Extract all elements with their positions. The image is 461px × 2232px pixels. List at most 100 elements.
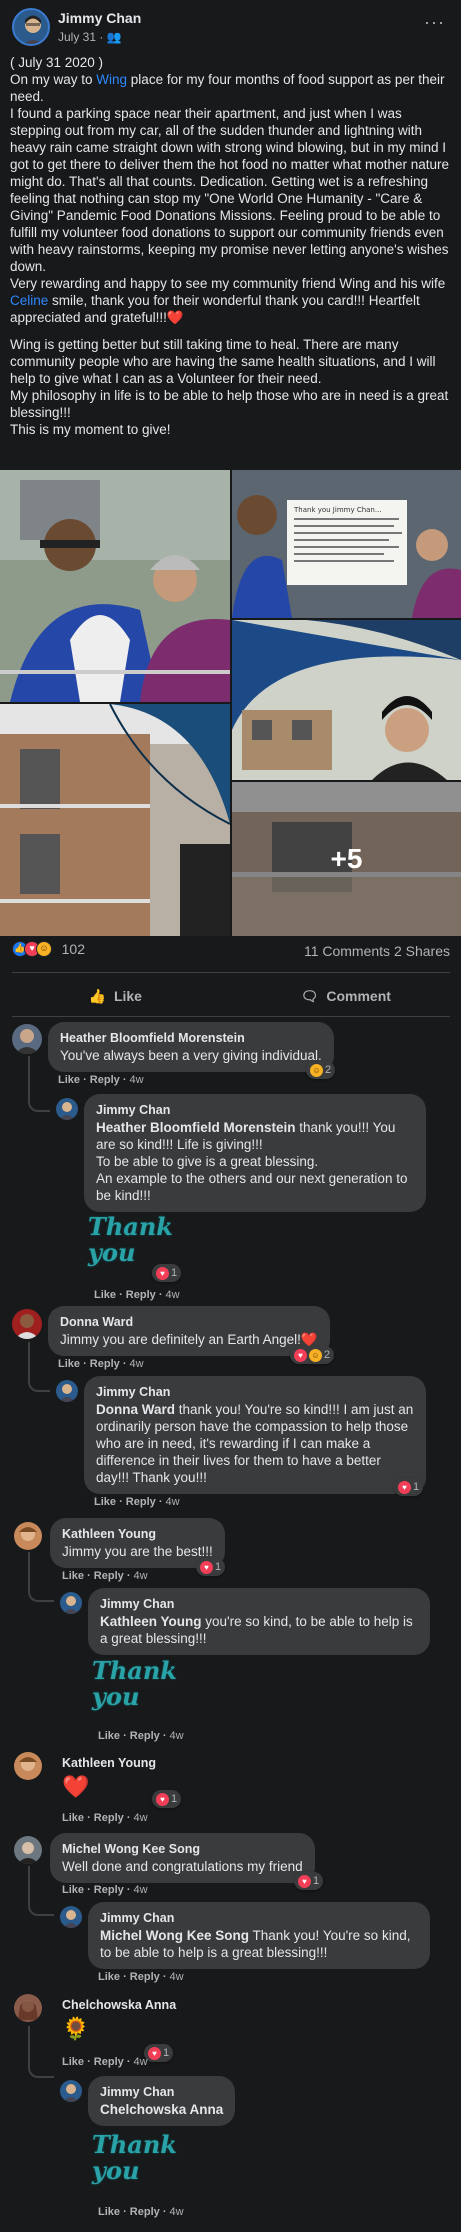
- photo-3[interactable]: [0, 704, 230, 936]
- commenter-avatar[interactable]: [12, 1024, 42, 1054]
- like-link[interactable]: Like: [98, 1971, 120, 1983]
- comment-time[interactable]: 4w: [130, 1074, 144, 1086]
- reply-link[interactable]: Reply: [94, 1812, 124, 1824]
- tagged-name[interactable]: Heather Bloomfield Morenstein: [96, 1120, 296, 1135]
- photo-2[interactable]: Thank you Jimmy Chan...: [232, 470, 461, 618]
- like-button[interactable]: 👍 Like: [0, 978, 231, 1014]
- commenter-avatar[interactable]: [14, 1994, 42, 2022]
- comment-reactions[interactable]: ☺ 2: [306, 1061, 336, 1079]
- reply-link[interactable]: Reply: [130, 1971, 160, 1983]
- reply-link[interactable]: Reply: [126, 1289, 156, 1301]
- like-link[interactable]: Like: [62, 1812, 84, 1824]
- commenter-avatar[interactable]: [14, 1522, 42, 1550]
- commenter-avatar[interactable]: [56, 1098, 78, 1120]
- comment-time[interactable]: 4w: [170, 1971, 184, 1983]
- reply-link[interactable]: Reply: [94, 1570, 124, 1582]
- comment-time[interactable]: 4w: [134, 1812, 148, 1824]
- commenter-name[interactable]: Chelchowska Anna: [62, 1998, 176, 2012]
- commenter-avatar[interactable]: [60, 1906, 82, 1928]
- tagged-name[interactable]: Donna Ward: [96, 1402, 175, 1417]
- commenter-name[interactable]: Jimmy Chan: [100, 2084, 223, 2101]
- comment-text: Jimmy you are definitely an Earth Angel!…: [60, 1332, 318, 1347]
- reaction-count: 1: [171, 1267, 178, 1279]
- more-photos-overlay[interactable]: +5: [232, 782, 461, 936]
- tagged-name[interactable]: Kathleen Young: [100, 1614, 202, 1629]
- comment-button[interactable]: 🗨 Comment: [231, 978, 461, 1014]
- separator: ·: [123, 1570, 134, 1582]
- comment-time[interactable]: 4w: [134, 2056, 148, 2068]
- reply-bubble: Jimmy Chan Kathleen Young you're so kind…: [88, 1588, 430, 1655]
- comment-time[interactable]: 4w: [166, 1289, 180, 1301]
- comment-reactions[interactable]: ♥ 1: [294, 1872, 324, 1890]
- comment-reactions[interactable]: ♥ 1: [394, 1478, 424, 1496]
- commenter-name[interactable]: Kathleen Young: [62, 1756, 156, 1770]
- commenter-name[interactable]: Jimmy Chan: [100, 1596, 418, 1613]
- reply-link[interactable]: Reply: [90, 1358, 120, 1370]
- like-link[interactable]: Like: [94, 1496, 116, 1508]
- commenter-avatar[interactable]: [14, 1752, 42, 1780]
- post-text: I found a parking space near their apart…: [10, 106, 450, 274]
- comments-count[interactable]: 11 Comments: [304, 943, 390, 959]
- commenter-name[interactable]: Donna Ward: [60, 1314, 318, 1331]
- comment-bubble-icon: 🗨: [300, 987, 319, 1004]
- more-options-icon[interactable]: ···: [424, 12, 445, 33]
- commenter-name[interactable]: Michel Wong Kee Song: [62, 1841, 303, 1858]
- reaction-count: 1: [215, 1561, 222, 1573]
- like-link[interactable]: Like: [62, 1570, 84, 1582]
- comment-reactions[interactable]: ♥ 1: [196, 1558, 226, 1576]
- reply-link[interactable]: Reply: [90, 1074, 120, 1086]
- commenter-name[interactable]: Jimmy Chan: [96, 1102, 414, 1119]
- like-link[interactable]: Like: [98, 1730, 120, 1742]
- comment-time[interactable]: 4w: [134, 1570, 148, 1582]
- comment-text: Well done and congratulations my friend: [62, 1859, 303, 1874]
- commenter-name[interactable]: Jimmy Chan: [100, 1910, 418, 1927]
- like-link[interactable]: Like: [62, 2056, 84, 2068]
- comment-reactions[interactable]: ♥ ☺ 2: [290, 1346, 335, 1364]
- post-date[interactable]: July 31 · 👥: [58, 30, 122, 44]
- reactions-summary[interactable]: 👍 ♥ ☺ 102 11 Comments 2 Shares: [12, 940, 452, 964]
- author-name[interactable]: Jimmy Chan: [58, 10, 141, 26]
- commenter-avatar[interactable]: [14, 1836, 42, 1864]
- tagged-name[interactable]: Michel Wong Kee Song: [100, 1928, 249, 1943]
- comment-reactions[interactable]: ♥ 1: [152, 1790, 182, 1808]
- comment-time[interactable]: 4w: [170, 1730, 184, 1742]
- reaction-count[interactable]: 102: [62, 941, 85, 957]
- comment-text: You've always been a very giving individ…: [60, 1048, 322, 1063]
- like-link[interactable]: Like: [58, 1358, 80, 1370]
- like-link[interactable]: Like: [98, 2206, 120, 2218]
- photo-1[interactable]: [0, 470, 230, 702]
- comment-time[interactable]: 4w: [166, 1496, 180, 1508]
- commenter-name[interactable]: Heather Bloomfield Morenstein: [60, 1030, 322, 1047]
- like-link[interactable]: Like: [94, 1289, 116, 1301]
- celine-link[interactable]: Celine: [10, 293, 48, 308]
- author-avatar[interactable]: [12, 8, 50, 46]
- post-text: smile, thank you for their wonderful tha…: [10, 293, 420, 325]
- like-link[interactable]: Like: [58, 1074, 80, 1086]
- photo-5[interactable]: +5: [232, 782, 461, 936]
- comment-reactions[interactable]: ♥ 1: [152, 1264, 182, 1282]
- reply-link[interactable]: Reply: [130, 2206, 160, 2218]
- love-reaction-icon: ♥: [148, 2046, 161, 2060]
- commenter-avatar[interactable]: [56, 1380, 78, 1402]
- photo-4[interactable]: [232, 620, 461, 780]
- comment-reactions[interactable]: ♥ 1: [144, 2044, 174, 2062]
- comment-time[interactable]: 4w: [130, 1358, 144, 1370]
- reply-link[interactable]: Reply: [126, 1496, 156, 1508]
- like-link[interactable]: Like: [62, 1884, 84, 1896]
- comment-time[interactable]: 4w: [134, 1884, 148, 1896]
- commenter-name[interactable]: Kathleen Young: [62, 1526, 213, 1543]
- commenter-avatar[interactable]: [60, 1592, 82, 1614]
- heart-emoji: ❤️: [62, 1774, 90, 1799]
- commenter-name[interactable]: Jimmy Chan: [96, 1384, 414, 1401]
- reply-link[interactable]: Reply: [94, 1884, 124, 1896]
- post-actions: 👍 Like 🗨 Comment: [0, 978, 461, 1014]
- shares-count[interactable]: 2 Shares: [394, 943, 450, 959]
- tagged-name[interactable]: Chelchowska Anna: [100, 2102, 223, 2117]
- commenter-avatar[interactable]: [12, 1309, 42, 1339]
- reply-link[interactable]: Reply: [94, 2056, 124, 2068]
- wing-link[interactable]: Wing: [96, 72, 127, 87]
- comment-time[interactable]: 4w: [170, 2206, 184, 2218]
- reply-link[interactable]: Reply: [130, 1730, 160, 1742]
- comment-actions: Like · Reply · 4w: [58, 1074, 144, 1086]
- commenter-avatar[interactable]: [60, 2080, 82, 2102]
